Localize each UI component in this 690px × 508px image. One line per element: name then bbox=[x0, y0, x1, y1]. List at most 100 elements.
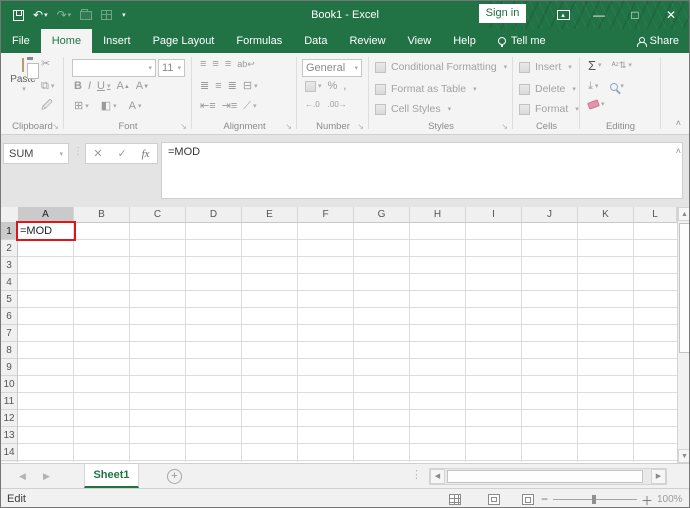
normal-view-icon[interactable] bbox=[449, 494, 461, 505]
clear-icon[interactable]: ▾ bbox=[587, 99, 605, 110]
formula-input[interactable]: =MOD bbox=[161, 142, 683, 199]
comma-style-icon[interactable]: , bbox=[343, 81, 346, 92]
tab-bar-splitter[interactable]: ⋮ bbox=[411, 468, 422, 481]
row-header-3[interactable]: 3 bbox=[1, 257, 17, 274]
row-header-6[interactable]: 6 bbox=[1, 308, 17, 325]
zoom-in-icon[interactable]: ＋ bbox=[641, 492, 653, 507]
align-top-icon[interactable]: ≡ bbox=[200, 59, 206, 70]
sort-filter-icon[interactable]: ᴬᶻ⇅ ▾ bbox=[612, 61, 632, 70]
column-header-L[interactable]: L bbox=[634, 207, 677, 222]
row-header-11[interactable]: 11 bbox=[1, 393, 17, 410]
formula-bar-splitter[interactable]: ⋮ bbox=[73, 146, 83, 157]
save-icon[interactable] bbox=[13, 9, 24, 21]
scroll-right-icon[interactable]: ▶ bbox=[651, 469, 666, 484]
column-header-C[interactable]: C bbox=[130, 207, 186, 222]
tab-view[interactable]: View bbox=[397, 29, 443, 53]
column-header-B[interactable]: B bbox=[74, 207, 130, 222]
column-header-H[interactable]: H bbox=[410, 207, 466, 222]
styles-dialog-launcher-icon[interactable]: ↘ bbox=[501, 122, 508, 131]
conditional-formatting-button[interactable]: Conditional Formatting ▾ bbox=[375, 61, 507, 73]
cancel-icon[interactable]: ✕ bbox=[93, 147, 102, 160]
ribbon-display-options-icon[interactable]: ▴ bbox=[545, 1, 581, 29]
row-header-9[interactable]: 9 bbox=[1, 359, 17, 376]
increase-decimal-icon[interactable]: ←.0 bbox=[305, 101, 320, 109]
column-header-G[interactable]: G bbox=[354, 207, 410, 222]
undo-icon[interactable]: ↶ ▾ bbox=[33, 8, 48, 22]
alignment-dialog-launcher-icon[interactable]: ↘ bbox=[285, 122, 292, 131]
enter-icon[interactable]: ✓ bbox=[118, 147, 127, 160]
page-break-preview-icon[interactable] bbox=[522, 494, 534, 505]
row-header-13[interactable]: 13 bbox=[1, 427, 17, 444]
tab-data[interactable]: Data bbox=[293, 29, 338, 53]
fill-icon[interactable]: ⤓ ▾ bbox=[588, 81, 598, 92]
font-size-combo[interactable]: 11 ▾ bbox=[158, 59, 185, 77]
zoom-slider-thumb[interactable] bbox=[592, 495, 596, 504]
cell-grid[interactable] bbox=[18, 223, 677, 462]
column-header-I[interactable]: I bbox=[466, 207, 522, 222]
redo-icon[interactable]: ↷ ▾ bbox=[57, 8, 72, 22]
underline-button[interactable]: U ▾ bbox=[97, 81, 110, 92]
scroll-left-icon[interactable]: ◀ bbox=[430, 469, 445, 484]
name-box[interactable]: SUM ▾ bbox=[3, 143, 69, 164]
scroll-up-icon[interactable]: ▲ bbox=[678, 207, 689, 221]
scroll-down-icon[interactable]: ▼ bbox=[678, 449, 689, 463]
accounting-format-icon[interactable]: ▾ bbox=[305, 81, 322, 92]
zoom-level[interactable]: 100% bbox=[657, 494, 683, 505]
column-header-F[interactable]: F bbox=[298, 207, 354, 222]
format-cells-button[interactable]: Format ▾ bbox=[519, 103, 579, 115]
cut-icon[interactable]: ✂ bbox=[41, 59, 50, 70]
cell-styles-button[interactable]: Cell Styles ▾ bbox=[375, 103, 451, 115]
collapse-ribbon-icon[interactable]: ˄ bbox=[676, 118, 681, 128]
horizontal-scroll-thumb[interactable] bbox=[447, 470, 643, 483]
tab-formulas[interactable]: Formulas bbox=[225, 29, 293, 53]
previous-sheet-icon[interactable]: ◀ bbox=[19, 471, 26, 482]
row-header-12[interactable]: 12 bbox=[1, 410, 17, 427]
format-as-table-button[interactable]: Format as Table ▾ bbox=[375, 83, 477, 95]
table-icon[interactable] bbox=[101, 10, 113, 20]
paste-button[interactable]: Paste ▾ bbox=[7, 58, 39, 125]
font-color-icon[interactable]: A ▾ bbox=[129, 101, 142, 112]
align-center-icon[interactable]: ≡ bbox=[215, 81, 221, 92]
column-header-A[interactable]: A bbox=[18, 207, 74, 222]
bold-button[interactable]: B bbox=[74, 81, 82, 92]
open-icon[interactable] bbox=[80, 8, 93, 20]
wrap-text-icon[interactable]: ab↩ bbox=[237, 60, 255, 69]
decrease-indent-icon[interactable]: ⇤≡ bbox=[200, 101, 216, 112]
find-select-icon[interactable]: ▾ bbox=[610, 82, 624, 91]
align-middle-icon[interactable]: ≡ bbox=[212, 59, 218, 70]
tab-review[interactable]: Review bbox=[338, 29, 396, 53]
row-header-14[interactable]: 14 bbox=[1, 444, 17, 461]
clipboard-dialog-launcher-icon[interactable]: ↘ bbox=[52, 122, 59, 131]
row-header-1[interactable]: 1 bbox=[1, 223, 17, 240]
sheet-tab-sheet1[interactable]: Sheet1 bbox=[84, 464, 139, 488]
customize-quick-access-icon[interactable]: ▾ bbox=[121, 11, 126, 19]
decrease-font-icon[interactable]: A ▼ bbox=[136, 81, 149, 92]
close-icon[interactable]: ✕ bbox=[653, 1, 689, 29]
tab-file[interactable]: File bbox=[1, 29, 41, 53]
delete-cells-button[interactable]: Delete ▾ bbox=[519, 83, 576, 95]
number-dialog-launcher-icon[interactable]: ↘ bbox=[357, 122, 364, 131]
share-button[interactable]: Share bbox=[636, 29, 679, 53]
copy-icon[interactable]: ⧉ ▾ bbox=[41, 81, 54, 92]
borders-icon[interactable]: ⊞ ▾ bbox=[74, 101, 89, 112]
collapse-formula-bar-icon[interactable]: ˄ bbox=[676, 146, 681, 156]
row-header-5[interactable]: 5 bbox=[1, 291, 17, 308]
italic-button[interactable]: I bbox=[88, 81, 91, 92]
insert-cells-button[interactable]: Insert ▾ bbox=[519, 61, 572, 73]
increase-indent-icon[interactable]: ⇥≡ bbox=[222, 101, 238, 112]
column-header-K[interactable]: K bbox=[578, 207, 634, 222]
new-sheet-icon[interactable]: + bbox=[167, 469, 182, 484]
row-header-2[interactable]: 2 bbox=[1, 240, 17, 257]
column-header-J[interactable]: J bbox=[522, 207, 578, 222]
align-bottom-icon[interactable]: ≡ bbox=[225, 59, 231, 70]
vertical-scroll-thumb[interactable] bbox=[679, 223, 689, 353]
align-left-icon[interactable]: ≣ bbox=[200, 81, 209, 92]
tab-page-layout[interactable]: Page Layout bbox=[142, 29, 226, 53]
name-box-dropdown-icon[interactable]: ▾ bbox=[59, 150, 63, 158]
row-header-7[interactable]: 7 bbox=[1, 325, 17, 342]
row-header-10[interactable]: 10 bbox=[1, 376, 17, 393]
zoom-out-icon[interactable]: − bbox=[541, 492, 548, 506]
number-format-combo[interactable]: General ▾ bbox=[302, 59, 362, 77]
fill-color-icon[interactable]: ◧ ▾ bbox=[101, 101, 117, 112]
next-sheet-icon[interactable]: ▶ bbox=[43, 471, 50, 482]
